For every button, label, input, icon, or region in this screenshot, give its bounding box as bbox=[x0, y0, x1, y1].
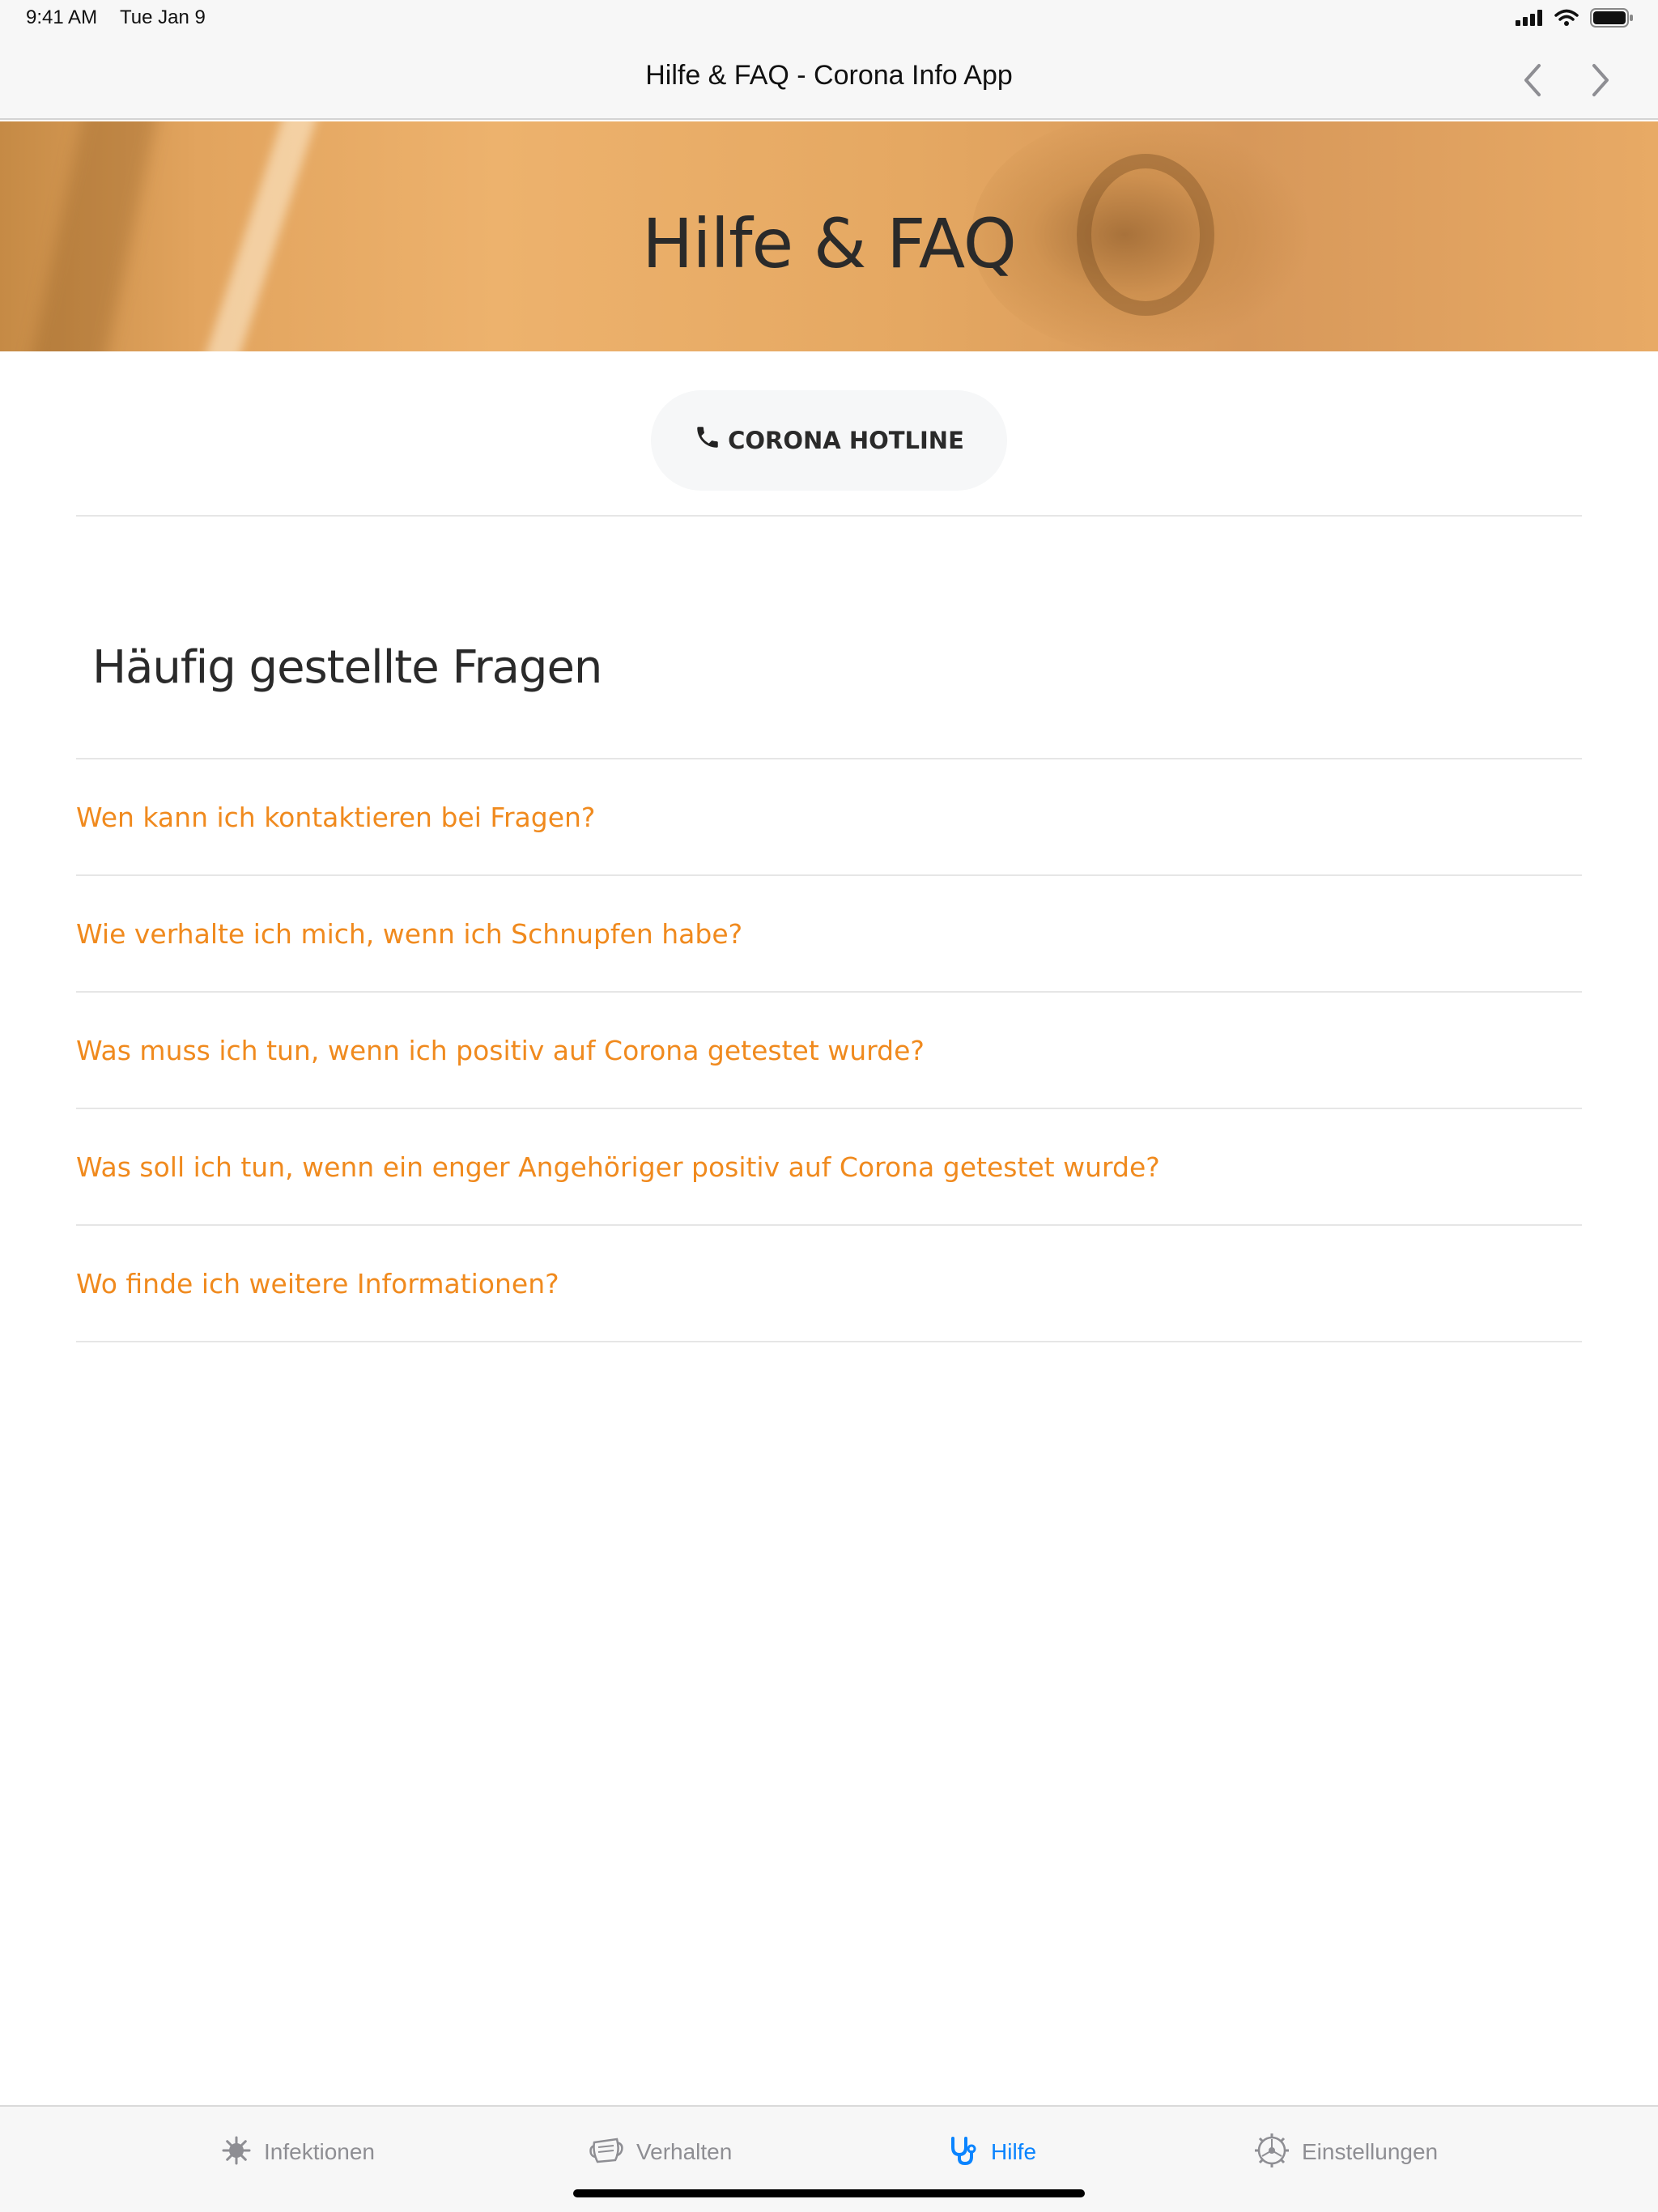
tab-label: Infektionen bbox=[264, 2139, 375, 2164]
nav-title: Hilfe & FAQ - Corona Info App bbox=[645, 60, 1013, 91]
status-time: 9:41 AM bbox=[26, 6, 98, 28]
battery-icon bbox=[1590, 8, 1634, 32]
chevron-left-icon bbox=[1524, 64, 1541, 96]
faq-item[interactable]: Wen kann ich kontaktieren bei Fragen? bbox=[76, 759, 1582, 875]
faq-question: Was soll ich tun, wenn ein enger Angehör… bbox=[76, 1151, 1160, 1183]
tab-verhalten[interactable]: Verhalten bbox=[588, 2129, 732, 2175]
status-bar: 9:41 AM Tue Jan 9 bbox=[0, 0, 1658, 39]
hero-banner: Hilfe & FAQ bbox=[0, 121, 1658, 351]
tab-label: Hilfe bbox=[991, 2139, 1037, 2164]
faq-question: Wie verhalte ich mich, wenn ich Schnupfe… bbox=[76, 917, 743, 950]
hero-title: Hilfe & FAQ bbox=[642, 204, 1017, 283]
faq-question: Wen kann ich kontaktieren bei Fragen? bbox=[76, 801, 596, 833]
tab-einstellungen[interactable]: Einstellungen bbox=[1253, 2129, 1438, 2175]
faq-question: Wo finde ich weitere Informationen? bbox=[76, 1267, 559, 1300]
tab-hilfe[interactable]: Hilfe bbox=[947, 2129, 1036, 2175]
status-date: Tue Jan 9 bbox=[120, 6, 206, 28]
faq-item[interactable]: Was muss ich tun, wenn ich positiv auf C… bbox=[76, 992, 1582, 1108]
divider bbox=[76, 515, 1582, 517]
phone-icon bbox=[694, 423, 721, 457]
home-indicator bbox=[573, 2189, 1085, 2197]
tab-infektionen[interactable]: Infektionen bbox=[220, 2129, 375, 2175]
chevron-right-icon bbox=[1592, 64, 1609, 96]
hotline-label: CORONA HOTLINE bbox=[728, 427, 964, 454]
tab-label: Verhalten bbox=[636, 2139, 733, 2164]
status-indicators bbox=[1516, 8, 1634, 32]
mask-icon bbox=[588, 2134, 625, 2171]
stethoscope-icon bbox=[947, 2134, 980, 2171]
corona-hotline-button[interactable]: CORONA HOTLINE bbox=[651, 390, 1007, 491]
forward-button[interactable] bbox=[1580, 60, 1621, 100]
back-button[interactable] bbox=[1512, 60, 1553, 100]
faq-item[interactable]: Wo finde ich weitere Informationen? bbox=[76, 1225, 1582, 1342]
wifi-icon bbox=[1554, 9, 1579, 31]
tab-label: Einstellungen bbox=[1302, 2139, 1439, 2164]
gear-icon bbox=[1253, 2132, 1290, 2173]
navigation-bar: Hilfe & FAQ - Corona Info App bbox=[0, 39, 1658, 120]
virus-icon bbox=[220, 2134, 253, 2171]
faq-item[interactable]: Wie verhalte ich mich, wenn ich Schnupfe… bbox=[76, 875, 1582, 992]
faq-item[interactable]: Was soll ich tun, wenn ein enger Angehör… bbox=[76, 1108, 1582, 1225]
divider bbox=[76, 1341, 1582, 1342]
faq-question: Was muss ich tun, wenn ich positiv auf C… bbox=[76, 1034, 925, 1066]
faq-heading: Häufig gestellte Fragen bbox=[92, 641, 602, 694]
cellular-signal-icon bbox=[1516, 10, 1543, 30]
